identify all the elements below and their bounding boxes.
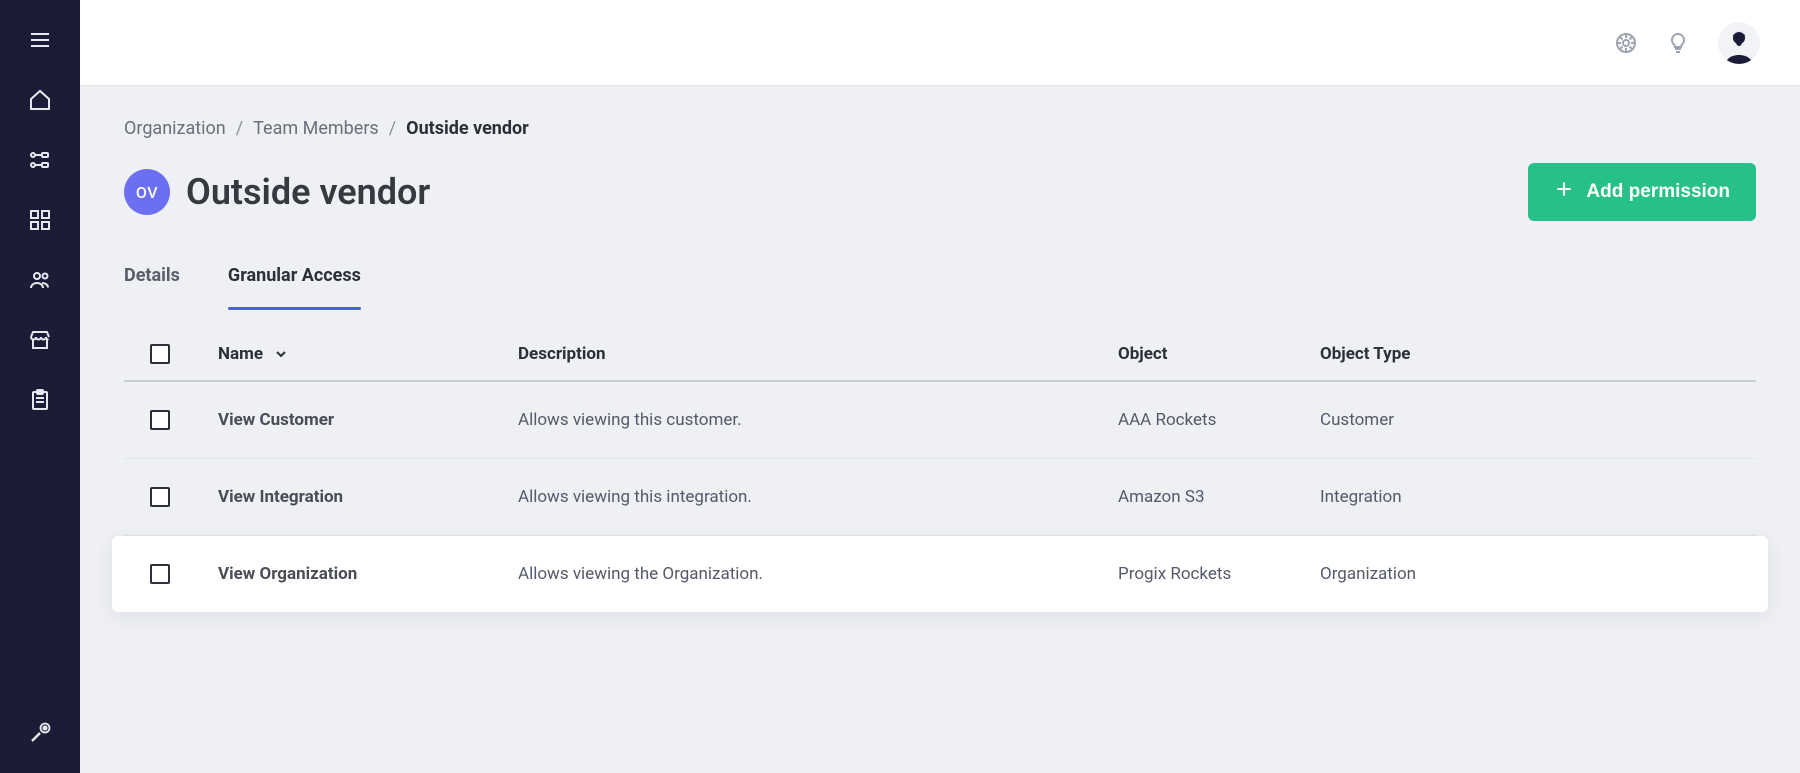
page-title: Outside vendor	[186, 171, 430, 213]
row-object-type: Integration	[1320, 487, 1730, 507]
row-object: Progix Rockets	[1118, 564, 1320, 584]
add-permission-button[interactable]: Add permission	[1528, 163, 1756, 221]
tab-granular-access[interactable]: Granular Access	[228, 265, 361, 308]
row-select-cell	[150, 410, 218, 430]
table-header-row: Name Description Object Object Type	[124, 344, 1756, 382]
hamburger-menu-icon[interactable]	[28, 28, 52, 52]
row-checkbox[interactable]	[150, 487, 170, 507]
row-object: AAA Rockets	[1118, 410, 1320, 430]
breadcrumb-link-team-members[interactable]: Team Members	[253, 118, 379, 139]
home-icon[interactable]	[28, 88, 52, 112]
row-description: Allows viewing this customer.	[518, 410, 1118, 430]
title-row: OV Outside vendor Add permission	[124, 163, 1756, 221]
flow-icon[interactable]	[28, 148, 52, 172]
settings-wand-icon[interactable]	[28, 721, 52, 745]
sidebar	[0, 0, 80, 773]
col-header-object-type[interactable]: Object Type	[1320, 344, 1730, 364]
grid-icon[interactable]	[28, 208, 52, 232]
col-header-description[interactable]: Description	[518, 344, 1118, 364]
table-row[interactable]: View OrganizationAllows viewing the Orga…	[112, 536, 1768, 612]
row-description: Allows viewing the Organization.	[518, 564, 1118, 584]
row-name: View Customer	[218, 410, 518, 430]
topbar	[80, 0, 1800, 86]
col-header-object[interactable]: Object	[1118, 344, 1320, 364]
title-left: OV Outside vendor	[124, 169, 430, 215]
breadcrumb-link-organization[interactable]: Organization	[124, 118, 226, 139]
row-select-cell	[150, 564, 218, 584]
col-header-name-label: Name	[218, 344, 263, 364]
row-checkbox[interactable]	[150, 564, 170, 584]
table-row[interactable]: View CustomerAllows viewing this custome…	[124, 382, 1756, 459]
lightbulb-icon[interactable]	[1666, 31, 1690, 55]
users-icon[interactable]	[28, 268, 52, 292]
user-avatar[interactable]	[1718, 22, 1760, 64]
row-object-type: Organization	[1320, 564, 1730, 584]
breadcrumb-current: Outside vendor	[406, 118, 529, 139]
breadcrumb-separator: /	[236, 118, 243, 139]
row-description: Allows viewing this integration.	[518, 487, 1118, 507]
add-permission-label: Add permission	[1586, 181, 1730, 203]
row-select-cell	[150, 487, 218, 507]
row-name: View Organization	[218, 564, 518, 584]
breadcrumb-separator: /	[389, 118, 396, 139]
main-content: Organization / Team Members / Outside ve…	[80, 86, 1800, 773]
col-header-select	[150, 344, 218, 364]
help-gear-icon[interactable]	[1614, 31, 1638, 55]
tabs: Details Granular Access	[124, 265, 1756, 308]
chevron-down-icon	[273, 346, 289, 362]
table-row[interactable]: View IntegrationAllows viewing this inte…	[124, 459, 1756, 536]
permissions-table: Name Description Object Object Type View…	[124, 344, 1756, 612]
entity-avatar-initials: OV	[124, 169, 170, 215]
row-object-type: Customer	[1320, 410, 1730, 430]
breadcrumb: Organization / Team Members / Outside ve…	[124, 118, 1756, 139]
row-name: View Integration	[218, 487, 518, 507]
row-checkbox[interactable]	[150, 410, 170, 430]
plus-icon	[1554, 179, 1574, 205]
col-header-name[interactable]: Name	[218, 344, 518, 364]
clipboard-icon[interactable]	[28, 388, 52, 412]
tab-details[interactable]: Details	[124, 265, 180, 308]
select-all-checkbox[interactable]	[150, 344, 170, 364]
store-icon[interactable]	[28, 328, 52, 352]
row-object: Amazon S3	[1118, 487, 1320, 507]
